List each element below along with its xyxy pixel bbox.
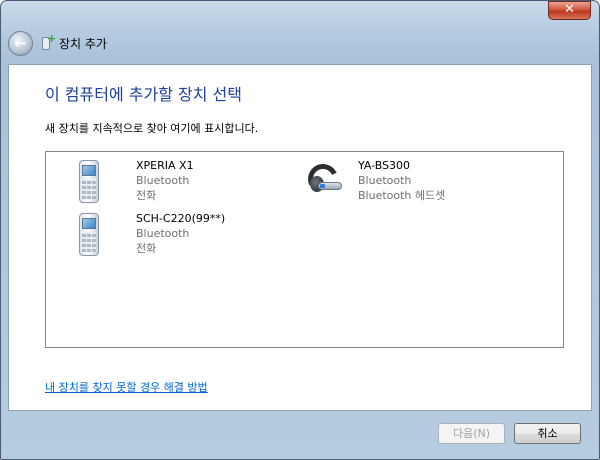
device-category: Bluetooth 헤드셋	[358, 189, 446, 202]
device-category: 전화	[136, 242, 157, 255]
add-device-icon: +	[41, 32, 56, 51]
phone-icon	[68, 158, 108, 206]
title-bar: ← + 장치 추가	[8, 29, 107, 57]
device-list[interactable]: XPERIA X1 Bluetooth 전화 YA-BS300 Bluetoot…	[45, 151, 564, 348]
device-name: SCH-C220(99**)	[136, 212, 226, 225]
window-title: 장치 추가	[59, 36, 107, 51]
device-name: XPERIA X1	[136, 159, 194, 172]
device-item-xperia-x1[interactable]: XPERIA X1 Bluetooth 전화	[68, 158, 194, 206]
page-heading: 이 컴퓨터에 추가할 장치 선택	[45, 85, 242, 104]
back-button[interactable]: ←	[8, 30, 33, 56]
device-name: YA-BS300	[358, 159, 411, 172]
device-item-ya-bs300[interactable]: YA-BS300 Bluetooth Bluetooth 헤드셋	[303, 158, 446, 206]
cancel-button[interactable]: 취소	[514, 423, 581, 444]
device-category: 전화	[136, 189, 157, 202]
close-icon: ✕	[564, 2, 575, 17]
page-subtitle: 새 장치를 지속적으로 찾아 여기에 표시합니다.	[45, 122, 259, 135]
back-arrow-icon: ←	[14, 34, 27, 52]
phone-icon	[68, 211, 108, 259]
close-button[interactable]: ✕	[548, 1, 591, 20]
device-type: Bluetooth	[136, 227, 190, 240]
headset-icon	[303, 158, 344, 206]
device-item-sch-c220[interactable]: SCH-C220(99**) Bluetooth 전화	[68, 211, 225, 259]
content-panel: 이 컴퓨터에 추가할 장치 선택 새 장치를 지속적으로 찾아 여기에 표시합니…	[8, 64, 592, 411]
troubleshoot-link[interactable]: 내 장치를 찾지 못할 경우 해결 방법	[45, 379, 208, 395]
device-type: Bluetooth	[358, 174, 412, 187]
next-button[interactable]: 다음(N)	[438, 423, 505, 444]
device-type: Bluetooth	[136, 174, 190, 187]
